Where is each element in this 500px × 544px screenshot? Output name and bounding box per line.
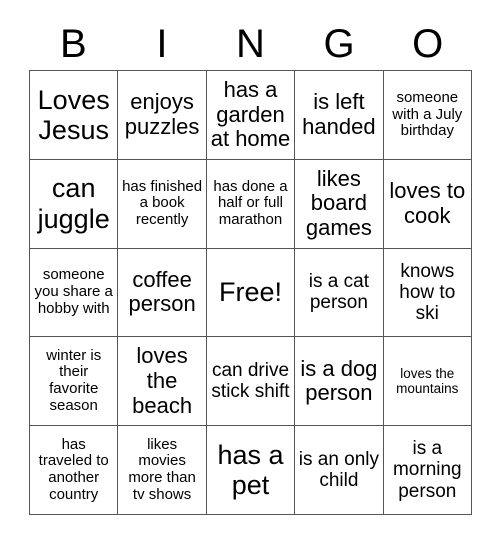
bingo-cell-text: has traveled to another country [38,435,109,503]
bingo-cell-text: is a cat person [308,271,369,314]
bingo-cell-text: has done a half or full marathon [213,177,288,229]
bingo-cell-text: loves to cook [389,178,466,228]
bingo-cell-g2[interactable]: likes board games [295,159,384,249]
bingo-header-letter-i: I [118,18,207,70]
header-letter-text: O [412,22,444,66]
bingo-cell-g1[interactable]: is left handed [295,71,384,160]
bingo-cell-text: loves the mountains [396,366,459,397]
bingo-cell-o4[interactable]: loves the mountains [383,337,472,427]
bingo-cell-text: can juggle [37,173,110,234]
bingo-cell-g5[interactable]: is an only child [295,426,384,515]
bingo-cell-b2[interactable]: can juggle [30,159,119,249]
bingo-cell-i1[interactable]: enjoys puzzles [118,71,207,160]
bingo-cell-b4[interactable]: winter is their favorite season [30,337,119,427]
bingo-cell-text: likes movies more than tv shows [128,435,196,503]
bingo-cell-text: is a dog person [300,355,378,406]
bingo-header-letter-n: N [206,18,295,70]
bingo-cell-b1[interactable]: Loves Jesus [30,71,119,160]
header-letter-text: B [59,22,87,66]
bingo-cell-text: is a morning person [392,438,462,502]
bingo-cell-n4[interactable]: can drive stick shift [206,337,296,427]
bingo-cell-text: Loves Jesus [37,84,110,145]
bingo-cell-text: has finished a book recently [122,177,203,229]
bingo-cell-b5[interactable]: has traveled to another country [30,426,119,515]
bingo-cell-o1[interactable]: someone with a July birthday [383,71,472,160]
bingo-cell-i3[interactable]: coffee person [118,248,207,338]
header-letter-text: N [236,22,265,66]
header-letter-text: I [156,22,168,66]
bingo-cell-b3[interactable]: someone you share a hobby with [30,248,119,338]
bingo-cell-n2[interactable]: has done a half or full marathon [206,159,296,249]
bingo-cell-text: can drive stick shift [211,360,290,403]
bingo-cell-text: is left handed [302,89,376,139]
bingo-grid: Loves Jesus enjoys puzzles has a garden … [29,70,472,515]
free-space-text: Free! [218,277,282,308]
bingo-cell-text: has a garden at home [210,76,291,152]
bingo-cell-o5[interactable]: is a morning person [383,426,472,515]
bingo-cell-text: has a pet [217,439,284,501]
bingo-card: B I N G O Loves Jesus enjoys puzzles has… [0,0,500,544]
bingo-cell-o3[interactable]: knows how to ski [383,248,472,338]
header-letter-text: G [323,22,355,66]
bingo-cell-text: coffee person [128,266,196,317]
bingo-cell-text: winter is their favorite season [46,346,102,415]
bingo-header-letter-o: O [383,18,472,70]
bingo-cell-n5[interactable]: has a pet [206,426,296,515]
bingo-cell-g3[interactable]: is a cat person [295,248,384,338]
bingo-cell-text: is an only child [298,448,380,492]
bingo-cell-text: enjoys puzzles [124,89,200,139]
bingo-cell-i2[interactable]: has finished a book recently [118,159,207,249]
bingo-cell-n1[interactable]: has a garden at home [206,71,296,160]
bingo-cell-text: someone you share a hobby with [34,266,113,317]
bingo-cell-free-space[interactable]: Free! [206,248,296,338]
bingo-header-row: B I N G O [29,18,472,70]
bingo-cell-text: someone with a July birthday [392,88,463,140]
bingo-cell-o2[interactable]: loves to cook [383,159,472,249]
bingo-header-letter-g: G [295,18,384,70]
bingo-header-letter-b: B [29,18,118,70]
bingo-cell-text: knows how to ski [399,260,456,325]
bingo-cell-i4[interactable]: loves the beach [118,337,207,427]
bingo-cell-g4[interactable]: is a dog person [295,337,384,427]
bingo-cell-i5[interactable]: likes movies more than tv shows [118,426,207,515]
bingo-cell-text: loves the beach [132,343,193,418]
bingo-cell-text: likes board games [305,165,372,240]
